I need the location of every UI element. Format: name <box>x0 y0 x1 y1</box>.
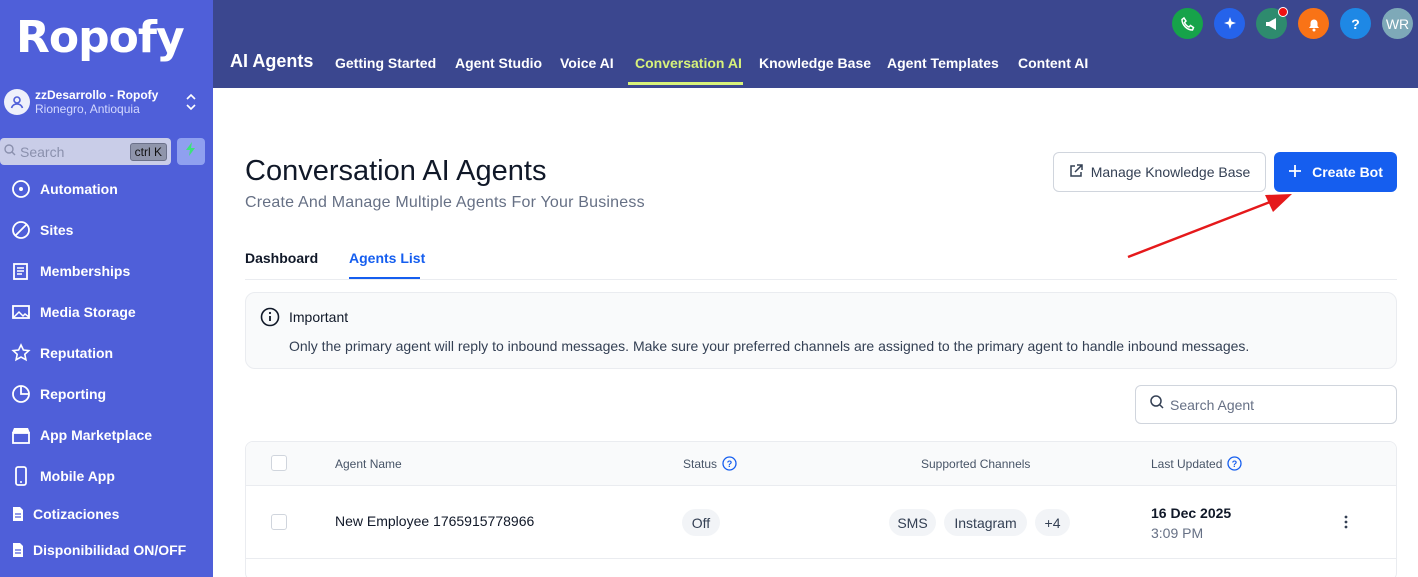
channel-badge-sms: SMS <box>889 509 936 536</box>
column-supported-channels: Supported Channels <box>921 457 1031 471</box>
help-circle-icon[interactable]: ? <box>722 456 737 471</box>
help-circle-icon[interactable]: ? <box>1227 456 1243 471</box>
memberships-icon <box>0 261 40 281</box>
column-last-updated: Last Updated ? <box>1151 456 1243 471</box>
sparkle-icon[interactable] <box>1214 8 1245 39</box>
info-icon <box>260 307 280 332</box>
account-avatar-icon <box>4 89 30 115</box>
megaphone-icon[interactable] <box>1256 7 1288 39</box>
account-name: zzDesarrollo - Ropofy <box>35 88 159 102</box>
search-icon <box>4 143 16 161</box>
quick-action-button[interactable] <box>177 138 205 165</box>
sites-icon <box>0 220 40 240</box>
top-navigation: AI Agents Getting Started Agent Studio V… <box>213 0 1418 88</box>
bell-icon[interactable] <box>1298 8 1329 39</box>
active-tab-indicator <box>628 82 743 85</box>
tab-agent-studio[interactable]: Agent Studio <box>455 55 542 71</box>
section-title: AI Agents <box>230 51 314 71</box>
brand-logo[interactable]: Ropofy <box>16 12 185 63</box>
select-all-checkbox[interactable] <box>271 455 287 471</box>
sidebar-item-app-marketplace[interactable]: App Marketplace <box>0 419 213 451</box>
content-tabs: Dashboard Agents List <box>245 250 1397 280</box>
sidebar-item-label: Cotizaciones <box>33 506 120 522</box>
sidebar-item-sites[interactable]: Sites <box>0 214 213 246</box>
agent-name[interactable]: New Employee 1765915778966 <box>335 513 534 529</box>
search-placeholder: Search <box>20 143 65 160</box>
table-row[interactable]: New Employee 1765915778966 Off SMS Insta… <box>246 486 1396 559</box>
tab-knowledge-base[interactable]: Knowledge Base <box>759 55 871 71</box>
tab-agent-templates[interactable]: Agent Templates <box>887 55 999 71</box>
account-location: Rionegro, Antioquia <box>35 102 140 116</box>
sidebar-item-label: Reporting <box>40 386 107 402</box>
create-bot-button[interactable]: Create Bot <box>1274 152 1397 192</box>
more-options-icon[interactable] <box>1338 514 1354 535</box>
tab-dashboard[interactable]: Dashboard <box>245 250 318 266</box>
important-alert: Important Only the primary agent will re… <box>245 292 1397 369</box>
sidebar-item-memberships[interactable]: Memberships <box>0 255 213 287</box>
media-storage-icon <box>0 302 40 322</box>
search-shortcut: ctrl K <box>129 143 167 161</box>
tab-conversation-ai[interactable]: Conversation AI <box>635 55 742 71</box>
external-link-icon <box>1069 163 1083 181</box>
search-agent-placeholder: Search Agent <box>1170 396 1255 413</box>
status-badge: Off <box>682 509 720 536</box>
reporting-icon <box>0 384 40 404</box>
column-agent-name: Agent Name <box>335 457 402 471</box>
sidebar-item-media-storage[interactable]: Media Storage <box>0 296 213 328</box>
sidebar-item-label: Sites <box>40 222 74 238</box>
svg-text:?: ? <box>727 459 733 469</box>
sidebar-item-mobile-app[interactable]: Mobile App <box>0 460 213 492</box>
search-agent-input[interactable]: Search Agent <box>1135 385 1397 424</box>
tab-voice-ai[interactable]: Voice AI <box>560 55 614 71</box>
sidebar-item-disponibilidad[interactable]: Disponibilidad ON/OFF <box>0 534 213 566</box>
document-icon <box>0 542 33 558</box>
svg-text:?: ? <box>1232 459 1238 469</box>
sidebar-item-cotizaciones[interactable]: Cotizaciones <box>0 498 213 530</box>
help-icon[interactable]: ? <box>1340 8 1371 39</box>
row-checkbox[interactable] <box>271 514 287 530</box>
plus-icon <box>1288 164 1302 181</box>
sidebar-item-reporting[interactable]: Reporting <box>0 378 213 410</box>
more-channels-badge[interactable]: +4 <box>1035 509 1070 536</box>
page-title: Conversation AI Agents <box>245 155 547 187</box>
sidebar-item-label: Mobile App <box>40 468 115 484</box>
updated-date: 16 Dec 2025 <box>1151 505 1232 521</box>
column-status: Status ? <box>683 456 737 471</box>
user-avatar[interactable]: WR <box>1382 8 1413 39</box>
sidebar: Ropofy zzDesarrollo - Ropofy Rionegro, A… <box>0 0 213 577</box>
automation-icon <box>0 179 40 199</box>
sidebar-item-label: Media Storage <box>40 304 136 320</box>
mobile-app-icon <box>0 466 40 486</box>
phone-icon[interactable] <box>1172 8 1203 39</box>
alert-message: Only the primary agent will reply to inb… <box>289 338 1250 354</box>
manage-knowledge-base-button[interactable]: Manage Knowledge Base <box>1053 152 1266 192</box>
tab-content-ai[interactable]: Content AI <box>1018 55 1088 71</box>
account-switcher[interactable]: zzDesarrollo - Ropofy Rionegro, Antioqui… <box>4 84 209 120</box>
sidebar-item-label: Disponibilidad ON/OFF <box>33 542 187 558</box>
document-icon <box>0 506 33 522</box>
updated-time: 3:09 PM <box>1151 525 1204 541</box>
lightning-icon <box>185 141 197 162</box>
sidebar-item-reputation[interactable]: Reputation <box>0 337 213 369</box>
channel-badge-instagram: Instagram <box>944 509 1027 536</box>
active-tab-indicator <box>349 277 420 279</box>
reputation-icon <box>0 343 40 363</box>
search-icon <box>1150 395 1164 414</box>
table-header: Agent Name Status ? Supported Channels L… <box>246 442 1396 486</box>
sidebar-item-label: Automation <box>40 181 118 197</box>
sidebar-search-input[interactable]: Search ctrl K <box>0 138 171 165</box>
chevron-up-down-icon <box>185 92 197 117</box>
notification-dot <box>1278 7 1288 17</box>
sidebar-item-automation[interactable]: Automation <box>0 173 213 205</box>
tab-getting-started[interactable]: Getting Started <box>335 55 436 71</box>
sidebar-item-label: Reputation <box>40 345 114 361</box>
page-subtitle: Create And Manage Multiple Agents For Yo… <box>245 194 645 211</box>
sidebar-item-label: Memberships <box>40 263 131 279</box>
tab-agents-list[interactable]: Agents List <box>349 250 425 266</box>
agents-table: Agent Name Status ? Supported Channels L… <box>245 441 1397 577</box>
sidebar-item-label: App Marketplace <box>40 427 153 443</box>
marketplace-icon <box>0 425 40 445</box>
alert-title: Important <box>289 309 349 325</box>
